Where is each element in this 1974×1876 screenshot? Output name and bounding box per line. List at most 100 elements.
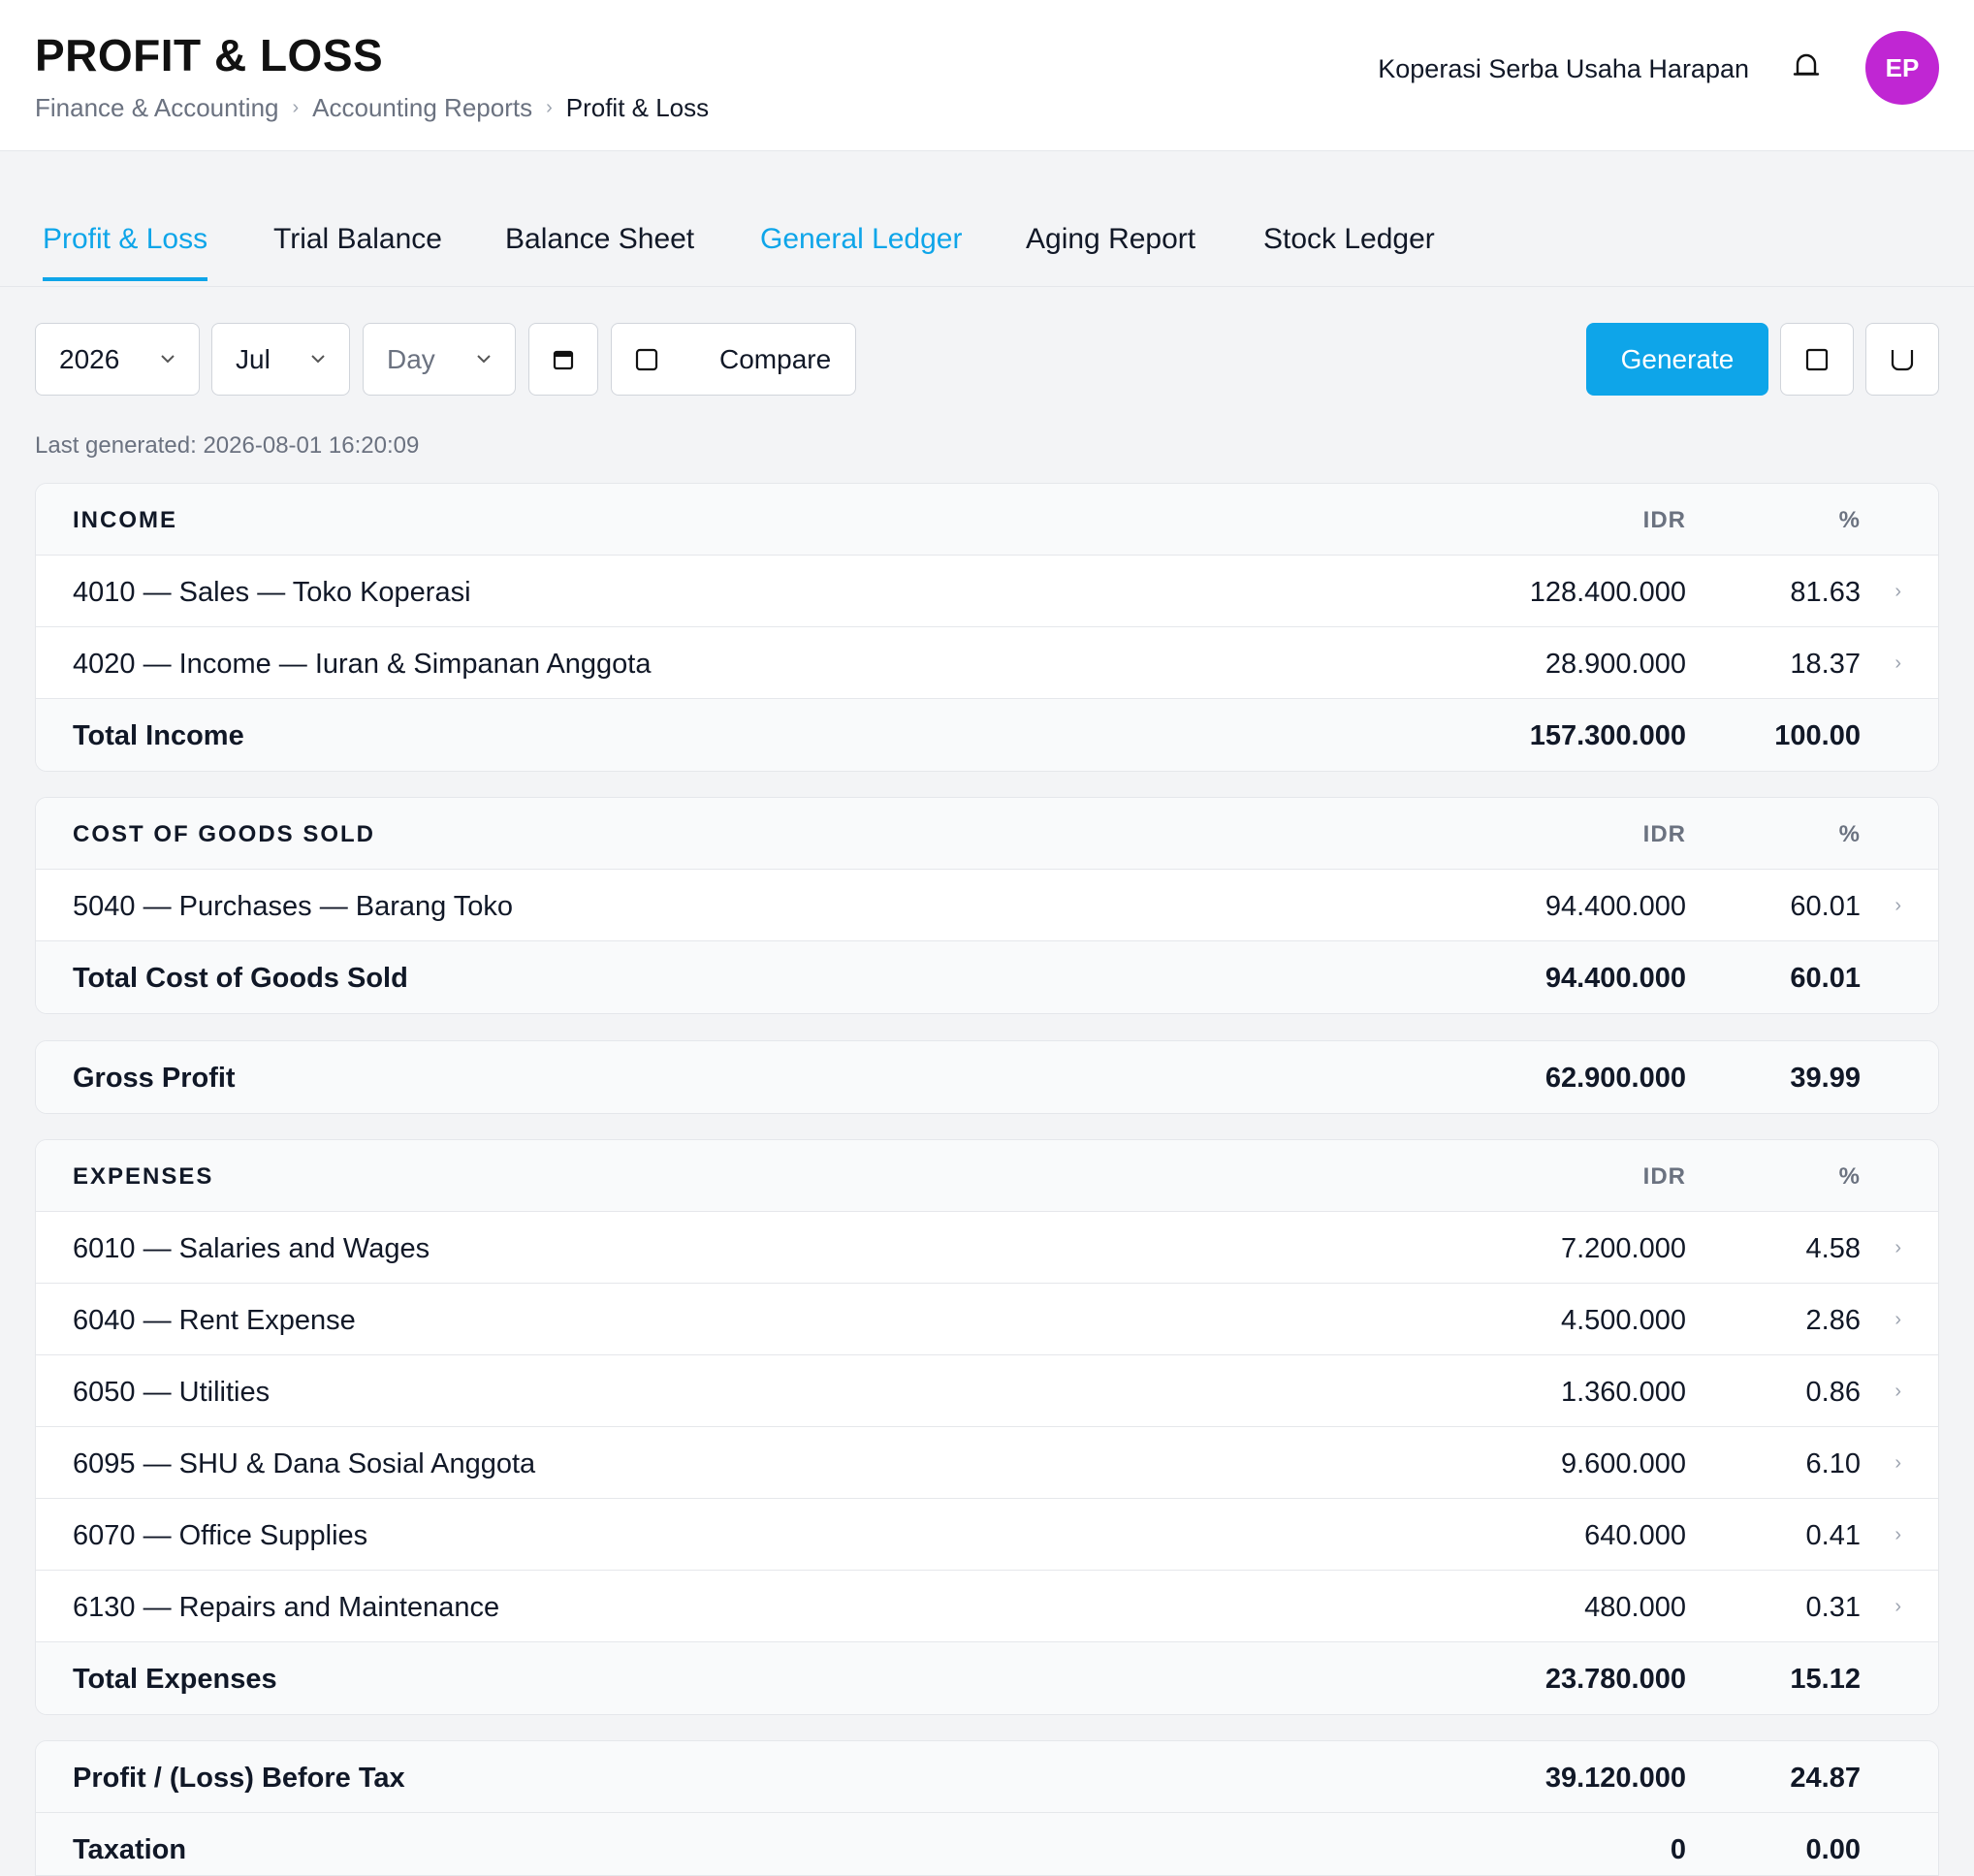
gross-profit-label: Gross Profit xyxy=(73,1063,236,1094)
chevron-right-icon[interactable]: › xyxy=(1894,652,1901,675)
account-name: 6070 — Office Supplies xyxy=(73,1520,368,1551)
chevron-down-icon xyxy=(311,355,325,364)
total-row: Total Income 157.300.000 100.00 xyxy=(36,699,1938,771)
export-button[interactable] xyxy=(1780,323,1854,396)
tab-aging-report[interactable]: Aging Report xyxy=(1026,223,1195,277)
day-select[interactable]: Day xyxy=(363,323,516,396)
generate-button[interactable]: Generate xyxy=(1586,323,1768,396)
chevron-right-icon[interactable]: › xyxy=(1894,895,1901,917)
square-icon xyxy=(1805,348,1829,370)
account-name: 6130 — Repairs and Maintenance xyxy=(73,1592,500,1623)
account-amount: 94.400.000 xyxy=(1544,891,1686,922)
column-header-idr: IDR xyxy=(1642,1163,1686,1190)
chevron-right-icon[interactable]: › xyxy=(1894,1381,1901,1403)
chevron-down-icon xyxy=(477,355,491,364)
table-row[interactable]: 6095 — SHU & Dana Sosial Anggota 9.600.0… xyxy=(36,1427,1938,1499)
total-label: Total Expenses xyxy=(73,1664,277,1695)
page-header: PROFIT & LOSS Finance & Accounting › Acc… xyxy=(0,0,1974,151)
account-percent: 0.31 xyxy=(1805,1592,1861,1623)
chevron-right-icon: › xyxy=(292,97,300,118)
checkbox-icon[interactable] xyxy=(635,348,658,371)
year-value: 2026 xyxy=(59,343,120,374)
chevron-right-icon: › xyxy=(546,97,553,118)
total-label: Total Income xyxy=(73,720,244,751)
account-amount: 7.200.000 xyxy=(1560,1233,1686,1264)
tab-balance-sheet[interactable]: Balance Sheet xyxy=(505,223,694,277)
table-row[interactable]: 6040 — Rent Expense 4.500.000 2.86 › xyxy=(36,1284,1938,1355)
total-amount: 94.400.000 xyxy=(1544,963,1686,994)
table-row[interactable]: 4010 — Sales — Toko Koperasi 128.400.000… xyxy=(36,556,1938,627)
avatar[interactable]: EP xyxy=(1865,31,1939,105)
cogs-section: COST OF GOODS SOLD IDR % 5040 — Purchase… xyxy=(35,797,1939,1014)
chevron-right-icon[interactable]: › xyxy=(1894,1596,1901,1618)
account-name: 6050 — Utilities xyxy=(73,1377,271,1408)
account-percent: 2.86 xyxy=(1805,1305,1861,1336)
table-row[interactable]: 4020 — Income — Iuran & Simpanan Anggota… xyxy=(36,627,1938,699)
column-header-percent: % xyxy=(1838,821,1861,847)
before-tax-amount: 39.120.000 xyxy=(1544,1763,1686,1794)
section-title: INCOME xyxy=(73,507,177,533)
bell-icon[interactable] xyxy=(1790,50,1823,83)
account-amount: 1.360.000 xyxy=(1560,1377,1686,1408)
tab-general-ledger[interactable]: General Ledger xyxy=(760,223,962,277)
account-percent: 4.58 xyxy=(1805,1233,1861,1264)
account-amount: 480.000 xyxy=(1584,1592,1686,1623)
column-header-percent: % xyxy=(1838,1163,1861,1190)
account-percent: 18.37 xyxy=(1790,649,1861,680)
gross-profit-section: Gross Profit 62.900.000 39.99 xyxy=(35,1040,1939,1114)
account-percent: 6.10 xyxy=(1805,1448,1861,1479)
account-amount: 128.400.000 xyxy=(1529,577,1686,608)
tab-stock-ledger[interactable]: Stock Ledger xyxy=(1263,223,1435,277)
breadcrumb-current: Profit & Loss xyxy=(565,93,710,122)
chevron-right-icon[interactable]: › xyxy=(1894,581,1901,603)
expenses-section: EXPENSES IDR % 6010 — Salaries and Wages… xyxy=(35,1139,1939,1715)
chevron-right-icon[interactable]: › xyxy=(1894,1309,1901,1331)
table-row[interactable]: 6130 — Repairs and Maintenance 480.000 0… xyxy=(36,1571,1938,1642)
breadcrumb-accounting-reports[interactable]: Accounting Reports xyxy=(312,93,532,123)
account-amount: 4.500.000 xyxy=(1560,1305,1686,1336)
last-generated-text: Last generated: 2026-08-01 16:20:09 xyxy=(35,432,420,459)
total-percent: 15.12 xyxy=(1790,1664,1861,1695)
account-amount: 28.900.000 xyxy=(1544,649,1686,680)
tab-trial-balance[interactable]: Trial Balance xyxy=(273,223,442,277)
before-tax-row: Profit / (Loss) Before Tax 39.120.000 24… xyxy=(36,1741,1938,1813)
account-name: 6040 — Rent Expense xyxy=(73,1305,356,1336)
gross-profit-amount: 62.900.000 xyxy=(1544,1063,1686,1094)
account-amount: 640.000 xyxy=(1584,1520,1686,1551)
total-percent: 100.00 xyxy=(1774,720,1861,751)
total-amount: 157.300.000 xyxy=(1529,720,1686,751)
table-row[interactable]: 6070 — Office Supplies 640.000 0.41 › xyxy=(36,1499,1938,1571)
chevron-down-icon xyxy=(161,355,175,364)
gross-profit-row: Gross Profit 62.900.000 39.99 xyxy=(36,1041,1938,1113)
section-header: INCOME IDR % xyxy=(36,484,1938,556)
report-tabs: Profit & Loss Trial Balance Balance Shee… xyxy=(0,151,1974,287)
account-name: 4020 — Income — Iuran & Simpanan Anggota xyxy=(73,649,652,680)
print-button[interactable] xyxy=(1865,323,1939,396)
total-label: Total Cost of Goods Sold xyxy=(73,963,408,994)
column-header-idr: IDR xyxy=(1642,821,1686,847)
table-row[interactable]: 5040 — Purchases — Barang Toko 94.400.00… xyxy=(36,870,1938,941)
compare-toggle[interactable]: Compare xyxy=(611,323,856,396)
taxation-label: Taxation xyxy=(73,1834,187,1865)
chevron-right-icon[interactable]: › xyxy=(1894,1452,1901,1475)
account-name: 5040 — Purchases — Barang Toko xyxy=(73,891,514,922)
gross-profit-percent: 39.99 xyxy=(1790,1063,1861,1094)
tab-profit-loss[interactable]: Profit & Loss xyxy=(43,223,208,281)
account-percent: 0.41 xyxy=(1805,1520,1861,1551)
breadcrumb-finance[interactable]: Finance & Accounting xyxy=(35,93,279,123)
account-name: 6010 — Salaries and Wages xyxy=(73,1233,430,1264)
year-select[interactable]: 2026 xyxy=(35,323,200,396)
total-amount: 23.780.000 xyxy=(1544,1664,1686,1695)
before-tax-label: Profit / (Loss) Before Tax xyxy=(73,1763,405,1794)
calendar-button[interactable] xyxy=(528,323,598,396)
organization-name[interactable]: Koperasi Serba Usaha Harapan xyxy=(1378,54,1749,84)
income-section: INCOME IDR % 4010 — Sales — Toko Koperas… xyxy=(35,483,1939,772)
chevron-right-icon[interactable]: › xyxy=(1894,1524,1901,1546)
chevron-right-icon[interactable]: › xyxy=(1894,1237,1901,1259)
taxation-percent: 0.00 xyxy=(1805,1834,1861,1865)
month-select[interactable]: Jul xyxy=(211,323,350,396)
column-header-percent: % xyxy=(1838,507,1861,533)
table-row[interactable]: 6010 — Salaries and Wages 7.200.000 4.58… xyxy=(36,1212,1938,1284)
taxation-amount: 0 xyxy=(1670,1834,1686,1865)
table-row[interactable]: 6050 — Utilities 1.360.000 0.86 › xyxy=(36,1355,1938,1427)
